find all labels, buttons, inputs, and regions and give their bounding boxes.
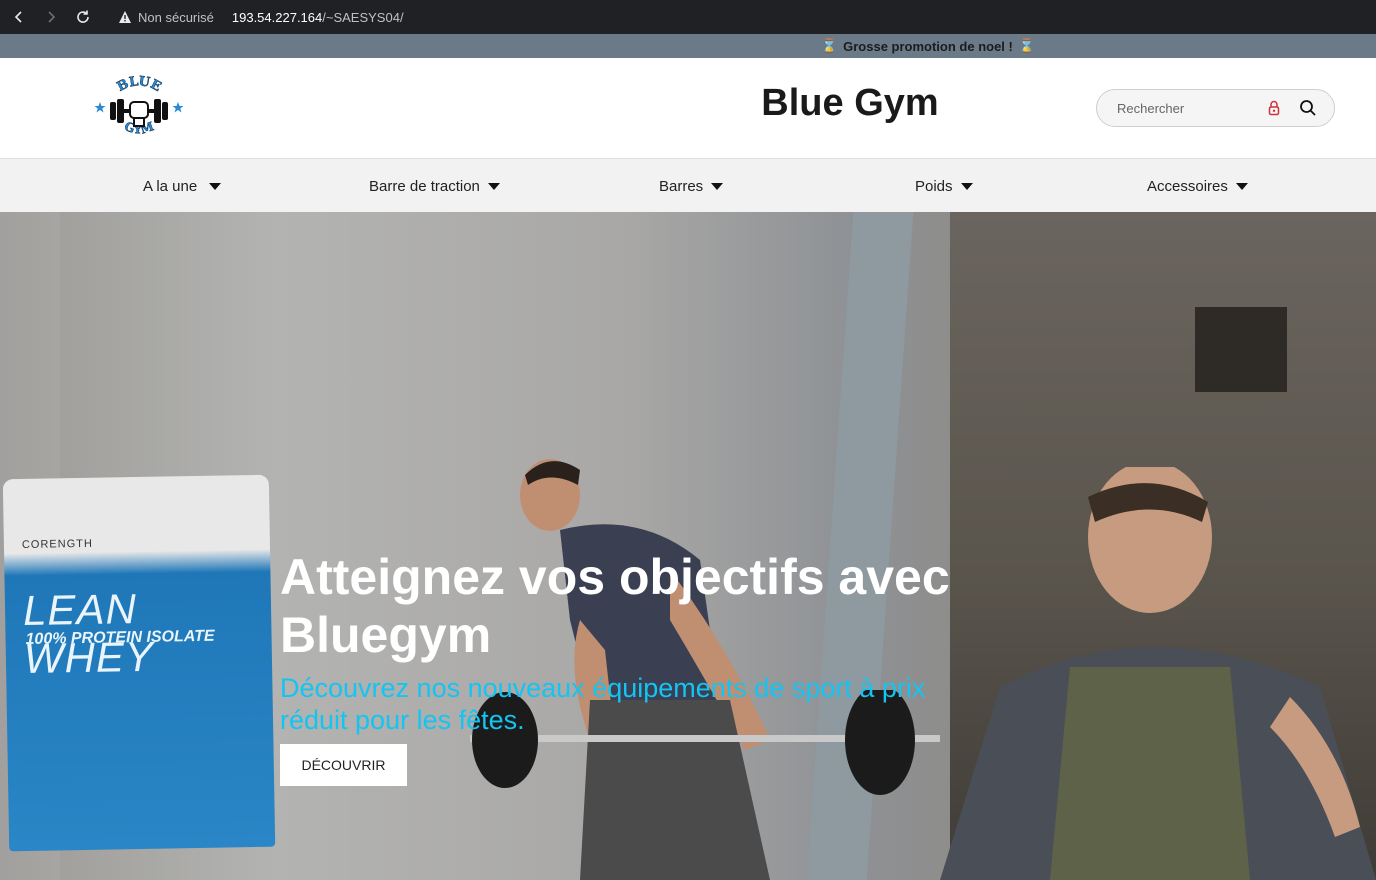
caret-down-icon: [209, 182, 222, 190]
caret-down-icon: [960, 182, 973, 190]
blue-gym-logo[interactable]: BLUE GYM: [92, 72, 186, 142]
menu-item-label: Barre de traction: [369, 177, 480, 195]
back-button[interactable]: [6, 4, 32, 30]
hourglass-icon: ⌛: [820, 38, 838, 53]
main-menu: A la une Barre de traction Barres Poids …: [0, 158, 1376, 212]
address-bar[interactable]: Non sécurisé 193.54.227.164/~SAESYS04/: [118, 10, 404, 25]
svg-text:BLUE: BLUE: [115, 74, 164, 95]
discover-button[interactable]: DÉCOUVRIR: [280, 744, 407, 786]
promo-banner: ⌛ Grosse promotion de noel ! ⌛: [0, 34, 1376, 58]
chevron-left-icon: [14, 11, 22, 23]
hero-background-sign: [1195, 307, 1287, 392]
reload-icon: [77, 10, 89, 23]
hourglass-icon: ⌛: [1018, 38, 1036, 53]
hero-subtitle: Découvrez nos nouveaux équipements de sp…: [280, 673, 926, 735]
menu-item-accessoires[interactable]: Accessoires: [1147, 159, 1248, 213]
search-icon[interactable]: [1299, 99, 1317, 117]
caret-down-icon: [487, 182, 500, 190]
caret-down-icon: [711, 182, 724, 190]
menu-item-label: Poids: [915, 177, 953, 195]
warning-icon: [118, 10, 132, 24]
site-title: Blue Gym: [761, 82, 939, 124]
athlete-running-image: [940, 467, 1376, 880]
site-header: BLUE GYM Blue Gym: [0, 58, 1376, 158]
caret-down-icon: [1235, 182, 1248, 190]
menu-item-barre-de-traction[interactable]: Barre de traction: [369, 159, 500, 213]
hero-banner: CORENGTH LEAN WHEY 100% PROTEIN ISOLATE …: [0, 212, 1376, 880]
menu-item-a-la-une[interactable]: A la une: [143, 159, 222, 213]
reload-button[interactable]: [70, 4, 96, 30]
menu-item-label: Barres: [659, 177, 704, 195]
protein-package-image: CORENGTH LEAN WHEY 100% PROTEIN ISOLATE: [2, 474, 276, 852]
forward-button[interactable]: [38, 4, 64, 30]
menu-item-label: Accessoires: [1147, 177, 1228, 195]
url-host: 193.54.227.164: [231, 9, 323, 25]
url-path: /~SAESYS04/: [322, 9, 404, 25]
menu-item-poids[interactable]: Poids: [915, 159, 973, 213]
product-subtitle: 100% PROTEIN ISOLATE: [25, 627, 215, 648]
chevron-right-icon: [48, 11, 56, 23]
search-box: [1096, 89, 1335, 127]
hero-title: Atteignez vos objectifs avec Bluegym: [280, 549, 950, 663]
password-manager-icon[interactable]: [1267, 100, 1281, 116]
menu-item-label: A la une: [143, 177, 198, 195]
security-status: Non sécurisé: [138, 9, 214, 25]
promo-text: Grosse promotion de noel !: [843, 38, 1013, 54]
product-brand: CORENGTH: [21, 537, 93, 552]
athlete-rowing-image: [520, 459, 770, 880]
search-input[interactable]: [1117, 100, 1257, 116]
browser-toolbar: Non sécurisé 193.54.227.164/~SAESYS04/: [0, 0, 1376, 34]
menu-item-barres[interactable]: Barres: [659, 159, 724, 213]
